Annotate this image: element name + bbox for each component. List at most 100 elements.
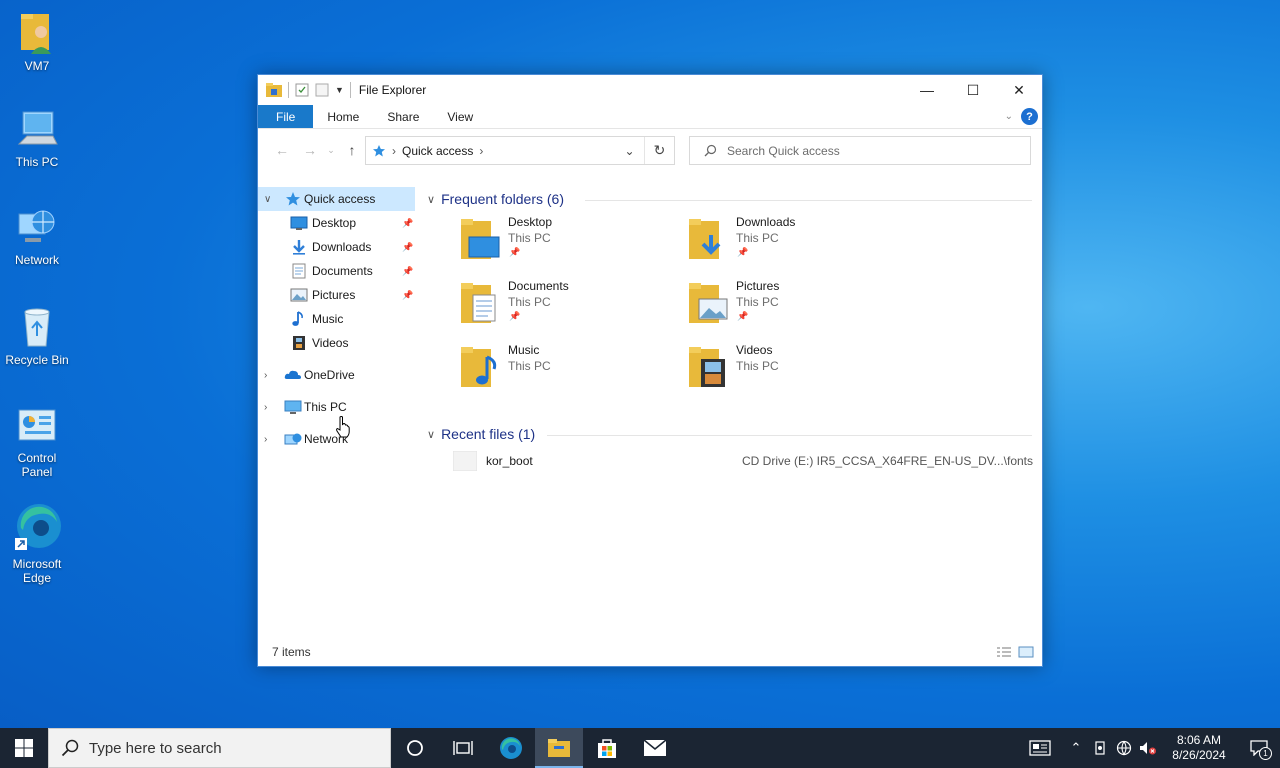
item-count: 7 items — [272, 645, 311, 659]
close-icon: ✕ — [1013, 81, 1025, 98]
hand-cursor-icon — [336, 416, 350, 438]
back-arrow-icon[interactable]: ← — [268, 142, 296, 158]
folder-tile-documents[interactable]: Documents This PC 📌 — [461, 279, 681, 339]
device-sync-icon[interactable] — [1088, 728, 1112, 768]
recent-file-path: CD Drive (E:) IR5_CCSA_X64FRE_EN-US_DV..… — [742, 454, 1033, 468]
cortana-button[interactable] — [391, 728, 439, 768]
folder-name: Documents — [508, 279, 569, 293]
breadcrumb-chevron-icon[interactable]: › — [479, 144, 483, 158]
toolbar-separator — [288, 82, 289, 98]
folder-tile-downloads[interactable]: Downloads This PC 📌 — [689, 215, 909, 275]
onedrive-cloud-icon — [284, 370, 301, 379]
file-icon — [453, 451, 477, 471]
folder-name: Pictures — [736, 279, 780, 293]
taskbar-search-box[interactable] — [48, 728, 391, 768]
desktop-icon-control-panel[interactable]: Control Panel — [2, 406, 72, 479]
new-folder-icon[interactable] — [315, 83, 329, 97]
group-header-frequent-folders[interactable]: ∨ Frequent folders (6) — [427, 191, 564, 207]
group-collapse-chevron-icon[interactable]: ∨ — [427, 193, 435, 206]
taskbar-store-button[interactable] — [583, 728, 631, 768]
start-button[interactable] — [0, 728, 48, 768]
window-title: File Explorer — [358, 83, 427, 97]
folder-tile-desktop[interactable]: Desktop This PC 📌 — [461, 215, 681, 275]
clock[interactable]: 8:06 AM 8/26/2024 — [1160, 733, 1238, 763]
nav-item-downloads[interactable]: Downloads 📌 — [258, 235, 418, 259]
network-globe-icon[interactable] — [1112, 728, 1136, 768]
desktop-icon-label: This PC — [15, 155, 59, 169]
recent-locations-chevron-icon[interactable]: ⌄ — [324, 145, 338, 156]
group-collapse-chevron-icon[interactable]: ∨ — [427, 428, 435, 441]
address-bar[interactable]: › Quick access › ⌄ ↻ — [365, 136, 675, 165]
taskbar-search-input[interactable] — [89, 739, 369, 757]
show-hidden-icons-chevron-icon[interactable]: ⌃ — [1064, 728, 1088, 768]
customize-toolbar-arrow-icon[interactable]: ▼ — [335, 85, 344, 95]
maximize-button[interactable]: ☐ — [950, 75, 996, 105]
store-bag-icon — [598, 739, 616, 758]
device-icon — [1095, 741, 1105, 755]
collapsed-chevron-icon[interactable]: › — [264, 402, 274, 413]
recent-file-name: kor_boot — [486, 454, 533, 468]
taskbar-mail-button[interactable] — [631, 728, 679, 768]
tab-file[interactable]: File — [258, 105, 314, 128]
navigation-bar: ← → ⌄ ↑ › Quick access › ⌄ ↻ — [258, 129, 1042, 171]
task-view-button[interactable] — [439, 728, 487, 768]
folder-name: Videos — [736, 343, 773, 357]
large-icons-view-icon[interactable] — [1018, 646, 1034, 658]
nav-item-pictures[interactable]: Pictures 📌 — [258, 283, 418, 307]
folder-tile-music[interactable]: Music This PC — [461, 343, 681, 403]
group-header-recent-files[interactable]: ∨ Recent files (1) — [427, 426, 535, 442]
action-center-button[interactable]: 1 — [1238, 728, 1280, 768]
ribbon-tabs: File Home Share View ⌄ ? — [258, 105, 1042, 129]
desktop-folder-icon — [461, 219, 500, 259]
taskbar-file-explorer-button[interactable] — [535, 728, 583, 768]
tab-home[interactable]: Home — [313, 105, 373, 128]
folder-tile-pictures[interactable]: Pictures This PC 📌 — [689, 279, 909, 339]
ribbon-right-controls: ⌄ ? — [1005, 108, 1038, 125]
close-button[interactable]: ✕ — [996, 75, 1042, 105]
search-box[interactable] — [689, 136, 1031, 165]
system-tray: ⌃ 8:06 AM 8/26/2024 1 — [1016, 728, 1280, 768]
tab-view[interactable]: View — [433, 105, 487, 128]
search-input[interactable] — [727, 143, 1007, 158]
nav-item-onedrive[interactable]: › OneDrive — [258, 363, 418, 387]
nav-item-desktop[interactable]: Desktop 📌 — [258, 211, 418, 235]
collapsed-chevron-icon[interactable]: › — [264, 434, 274, 445]
nav-item-documents[interactable]: Documents 📌 — [258, 259, 418, 283]
desktop-icon-user-folder[interactable]: VM7 — [2, 10, 72, 73]
taskbar-edge-button[interactable] — [487, 728, 535, 768]
expand-ribbon-chevron-icon[interactable]: ⌄ — [1005, 111, 1013, 122]
documents-folder-icon — [461, 283, 496, 323]
tab-share[interactable]: Share — [373, 105, 433, 128]
news-widget-button[interactable] — [1016, 728, 1064, 768]
nav-item-music[interactable]: Music — [258, 307, 418, 331]
desktop-icon-microsoft-edge[interactable]: Microsoft Edge — [2, 502, 72, 585]
forward-arrow-icon[interactable]: → — [296, 142, 324, 158]
desktop-icon-network[interactable]: Network — [2, 206, 72, 267]
nav-item-quick-access[interactable]: ∨ Quick access — [258, 187, 415, 211]
up-arrow-icon[interactable]: ↑ — [338, 142, 366, 158]
globe-icon — [1116, 740, 1132, 756]
minimize-button[interactable]: — — [904, 75, 950, 105]
properties-icon[interactable] — [295, 83, 309, 97]
collapsed-chevron-icon[interactable]: › — [264, 370, 274, 381]
recent-file-row[interactable]: kor_boot CD Drive (E:) IR5_CCSA_X64FRE_E… — [453, 449, 1033, 473]
group-header-label: Recent files (1) — [441, 426, 536, 442]
refresh-icon[interactable]: ↻ — [645, 137, 674, 164]
pin-icon: 📌 — [509, 311, 521, 321]
breadcrumb-quick-access[interactable]: Quick access — [402, 144, 473, 158]
help-button[interactable]: ? — [1021, 108, 1038, 125]
nav-item-label: Downloads — [312, 240, 372, 254]
expanded-chevron-icon[interactable]: ∨ — [264, 194, 274, 205]
details-view-icon[interactable] — [996, 646, 1012, 658]
desktop-icon-recycle-bin[interactable]: Recycle Bin — [2, 304, 72, 367]
desktop-icon-this-pc[interactable]: This PC — [2, 108, 72, 169]
volume-muted-icon[interactable] — [1136, 728, 1160, 768]
folder-tile-videos[interactable]: Videos This PC — [689, 343, 909, 403]
network-icon — [18, 210, 55, 242]
nav-item-videos[interactable]: Videos — [258, 331, 418, 355]
computer-icon — [284, 400, 302, 414]
recycle-bin-icon — [24, 308, 50, 347]
address-dropdown-chevron-icon[interactable]: ⌄ — [615, 137, 645, 164]
maximize-icon: ☐ — [966, 81, 980, 98]
explorer-folder-icon[interactable] — [266, 83, 282, 97]
